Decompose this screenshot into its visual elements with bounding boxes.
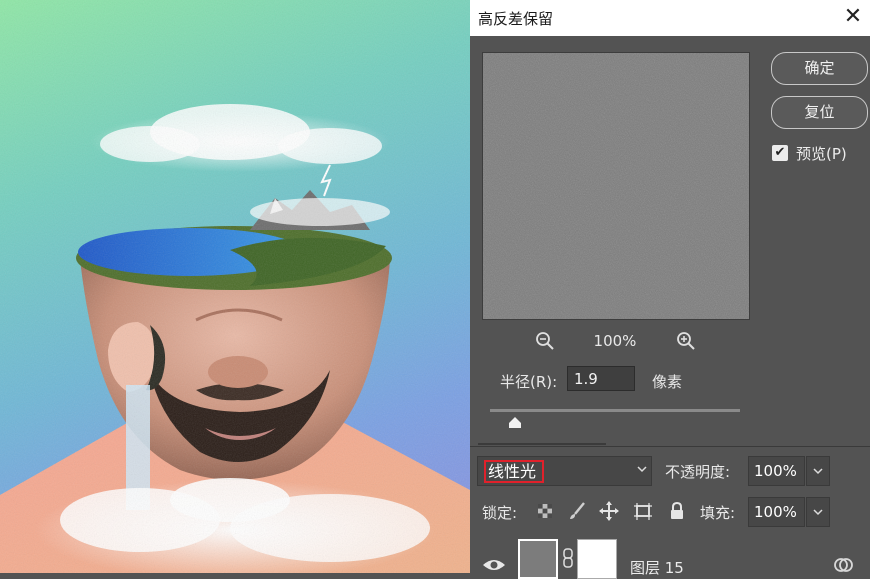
chevron-down-icon — [812, 465, 824, 480]
lock-all-icon[interactable] — [666, 500, 688, 522]
canvas-artwork — [0, 0, 470, 573]
zoom-controls: 100% — [530, 330, 700, 354]
chevron-down-icon — [812, 506, 824, 521]
chain-link-icon[interactable] — [563, 547, 573, 569]
opacity-input[interactable]: 100% — [748, 456, 805, 486]
blend-mode-select[interactable]: 线性光 — [477, 456, 652, 486]
layer-mask-thumbnail[interactable] — [577, 539, 617, 579]
radius-unit-label: 像素 — [652, 373, 683, 391]
dialog-titlebar: 高反差保留 ✕ — [470, 0, 870, 36]
preview-checkbox[interactable]: ✔ — [772, 145, 788, 161]
lock-artboard-icon[interactable] — [632, 500, 654, 522]
opacity-dropdown[interactable] — [806, 456, 830, 486]
layer-name[interactable]: 图层 15 — [630, 557, 684, 578]
chevron-down-icon — [636, 463, 648, 478]
close-icon[interactable]: ✕ — [842, 4, 864, 30]
panel-divider — [478, 443, 606, 445]
lock-move-icon[interactable] — [598, 500, 620, 522]
reset-button[interactable]: 复位 — [771, 96, 868, 129]
radius-label: 半径(R): — [500, 373, 558, 391]
smart-object-icon — [832, 555, 854, 575]
radius-slider-track[interactable] — [490, 409, 740, 412]
ok-button[interactable]: 确定 — [771, 52, 868, 85]
high-pass-dialog: 高反差保留 ✕ 确定 复位 ✔ 预览(P) 100% 半径(R): 1.9 像素 — [470, 0, 870, 446]
zoom-out-icon[interactable] — [534, 330, 556, 352]
opacity-label: 不透明度: — [665, 463, 731, 481]
eye-icon[interactable] — [482, 557, 506, 573]
blend-mode-value: 线性光 — [484, 460, 545, 483]
layer-thumbnail[interactable] — [518, 539, 558, 579]
fill-dropdown[interactable] — [806, 497, 830, 527]
preview-label: 预览(P) — [796, 145, 847, 163]
fill-input[interactable]: 100% — [748, 497, 805, 527]
slider-thumb-icon[interactable] — [508, 414, 522, 428]
layers-panel: 线性光 不透明度: 100% 锁定: 填充: 100% 图层 15 — [470, 443, 870, 579]
layer-row[interactable]: 图层 15 — [470, 533, 870, 579]
zoom-in-icon[interactable] — [675, 330, 697, 352]
surreal-head-artwork — [0, 0, 470, 573]
fill-label: 填充: — [700, 504, 736, 522]
lock-transparent-icon[interactable] — [534, 500, 556, 522]
filter-preview[interactable] — [482, 52, 750, 320]
dialog-title: 高反差保留 — [478, 10, 554, 28]
lock-label: 锁定: — [482, 504, 518, 522]
checkmark-icon: ✔ — [774, 145, 786, 160]
preview-noise — [483, 53, 749, 319]
radius-input[interactable]: 1.9 — [567, 366, 635, 391]
lock-brush-icon[interactable] — [566, 500, 588, 522]
zoom-level: 100% — [593, 332, 637, 350]
